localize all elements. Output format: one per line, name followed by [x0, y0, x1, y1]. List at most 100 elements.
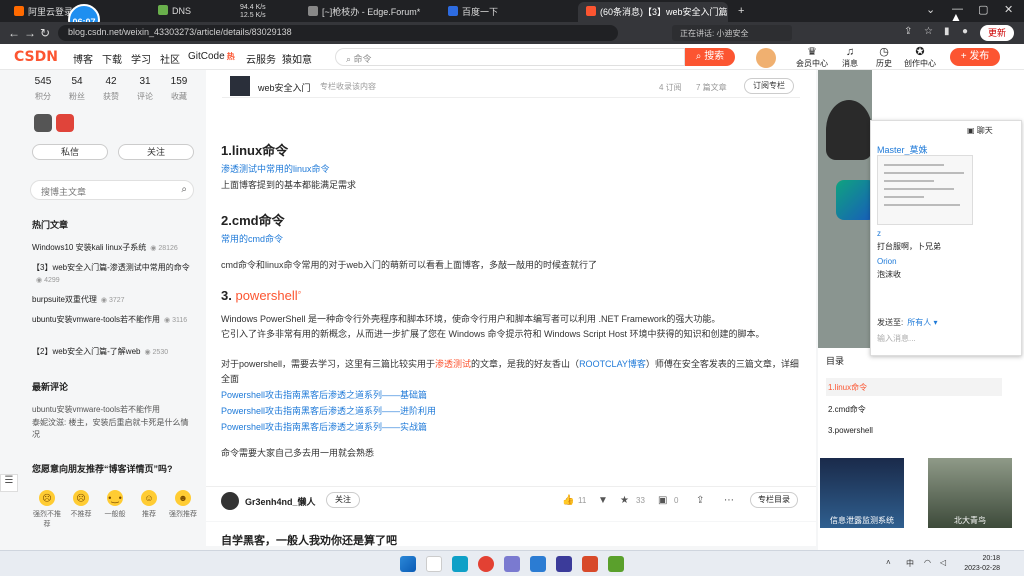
- nav-cloud[interactable]: 云服务: [246, 51, 276, 66]
- hot-article-link[interactable]: 【2】web安全入门篇-了解web ◉ 2530: [32, 346, 196, 359]
- like-icon[interactable]: 👍: [562, 495, 574, 506]
- sidebar-icon[interactable]: ▮: [944, 26, 950, 37]
- chat-screenshot[interactable]: [877, 155, 973, 225]
- cmd-link[interactable]: 常用的cmd命令: [221, 232, 799, 247]
- forward-icon[interactable]: →: [24, 26, 36, 40]
- nav-yuanruyi[interactable]: 猿如意: [282, 51, 312, 66]
- author-avatar[interactable]: [221, 492, 239, 510]
- chat-input[interactable]: 输入消息...: [877, 333, 916, 344]
- window-close-icon[interactable]: ✕: [1004, 3, 1013, 16]
- search-icon[interactable]: [426, 556, 442, 572]
- search-icon[interactable]: ⌕: [298, 290, 302, 297]
- tab-csdn-active[interactable]: (60条消息)【3】web安全入门篇×: [578, 2, 728, 22]
- comment-article-link[interactable]: ubuntu安装vmware-tools若不能作用: [32, 404, 196, 416]
- share-icon[interactable]: ⇪: [696, 495, 704, 506]
- linux-link[interactable]: 渗透测试中常用的linux命令: [221, 162, 799, 177]
- collapse-sidebar-icon[interactable]: ☰: [0, 474, 18, 492]
- chevron-up-icon[interactable]: ˄: [886, 558, 891, 567]
- stat-points: 545 积分: [34, 76, 52, 101]
- start-icon[interactable]: [400, 556, 416, 572]
- ime-icon[interactable]: 中: [906, 558, 914, 569]
- tab-aliyun[interactable]: 阿里云登录页: [6, 2, 74, 22]
- column-thumbnail[interactable]: [230, 76, 250, 96]
- reload-icon[interactable]: ↻: [40, 26, 50, 40]
- history-link[interactable]: ◷ 历史: [868, 46, 900, 69]
- tab-forum[interactable]: [~]枪枝办 - Edge.Forum*: [300, 2, 430, 22]
- next-article[interactable]: 自学黑客，一般人我劝你还是算了吧: [206, 522, 816, 547]
- hot-article-link[interactable]: ubuntu安装vmware-tools若不能作用 ◉ 3116: [32, 314, 196, 327]
- hot-article-link[interactable]: 【3】web安全入门篇-渗透测试中常用的命令◉ 4299: [32, 262, 196, 287]
- subscribe-column-button[interactable]: 订阅专栏: [744, 78, 794, 94]
- message-button[interactable]: 私信: [32, 144, 108, 160]
- comment-text: 泰妮汶滋: 楼主，安装后重启就卡死是什么情况: [32, 418, 189, 439]
- powershell-link-basic[interactable]: Powershell攻击指南黑客后渗透之道系列——基础篇: [221, 388, 799, 403]
- star-icon[interactable]: ☆: [924, 26, 933, 37]
- hot-article-link[interactable]: burpsuite双重代理 ◉ 3727: [32, 294, 196, 307]
- app-icon[interactable]: [582, 556, 598, 572]
- emoji-recommend[interactable]: ☺ 推荐: [134, 490, 164, 519]
- tab-search-icon[interactable]: ⌄: [926, 3, 935, 16]
- app-icon[interactable]: [608, 556, 624, 572]
- author-name[interactable]: Gr3enh4nd_懒人: [245, 495, 316, 508]
- tab-baidu[interactable]: 百度一下: [440, 2, 570, 22]
- aliyun-icon: [14, 6, 24, 16]
- avatar[interactable]: [756, 48, 776, 68]
- heading-linux: 1.linux命令: [221, 143, 289, 158]
- wifi-icon[interactable]: ◠: [924, 558, 931, 567]
- blog-search-input[interactable]: 搜博主文章 ⌕: [30, 180, 194, 200]
- update-button[interactable]: 更新: [980, 25, 1014, 41]
- toc-item[interactable]: 3.powershell: [826, 422, 1002, 440]
- powershell-link-practice[interactable]: Powershell攻击指南黑客后渗透之道系列——实战篇: [221, 420, 799, 435]
- nav-learn[interactable]: 学习: [131, 51, 151, 66]
- powershell-link-advanced[interactable]: Powershell攻击指南黑客后渗透之道系列——进阶利用: [221, 404, 799, 419]
- tab-dns[interactable]: DNS: [150, 2, 230, 22]
- maximize-icon[interactable]: ▢: [978, 3, 988, 16]
- ad-thumbnail[interactable]: 信息泄露监测系统: [820, 458, 904, 528]
- left-sidebar: 545 积分 54 粉丝 42 获赞 31 评论 159 收藏 私信 关注 搜博主文章 ⌕ …: [22, 70, 198, 576]
- chat-message: 打台服啊，卜兄弟: [877, 242, 941, 251]
- system-clock[interactable]: 20:18 2023-02-28: [960, 554, 1000, 574]
- column-directory-button[interactable]: 专栏目录: [750, 492, 798, 508]
- csdn-logo[interactable]: CSDN: [14, 49, 58, 65]
- column-name[interactable]: web安全入门: [258, 81, 311, 94]
- ad-thumbnail[interactable]: 北大青鸟: [928, 458, 1012, 528]
- emoji-strongly-not[interactable]: ☹ 强烈不推荐: [32, 490, 62, 529]
- publish-button[interactable]: + 发布: [950, 48, 1000, 66]
- toc-item[interactable]: 1.linux命令: [826, 378, 1002, 396]
- nav-download[interactable]: 下载: [102, 51, 122, 66]
- messages-link[interactable]: ♫ 消息: [834, 46, 866, 69]
- nav-community[interactable]: 社区: [160, 51, 180, 66]
- search-button[interactable]: ⌕ 搜索: [685, 48, 735, 66]
- share-icon[interactable]: ⇪: [904, 26, 912, 37]
- app-icon[interactable]: [556, 556, 572, 572]
- search-icon[interactable]: ⌕: [181, 184, 187, 195]
- emoji-strongly-recommend[interactable]: ☻ 强烈推荐: [168, 490, 198, 519]
- rootclay-blog-link[interactable]: ROOTCLAY博客: [579, 359, 646, 369]
- pentest-link[interactable]: 渗透测试: [435, 359, 471, 369]
- emoji-neutral[interactable]: •‿• 一般般: [100, 490, 130, 519]
- vip-center-link[interactable]: ♛ 会员中心: [796, 46, 828, 69]
- comment-icon[interactable]: ▣: [658, 495, 667, 506]
- edge-icon[interactable]: [452, 556, 468, 572]
- nav-blog[interactable]: 博客: [73, 51, 93, 66]
- nav-gitcode[interactable]: GitCode 热: [188, 51, 235, 62]
- profile-icon[interactable]: ●: [962, 26, 968, 37]
- emoji-not[interactable]: ☹ 不推荐: [66, 490, 96, 519]
- new-tab-button[interactable]: +: [730, 2, 746, 22]
- url-field[interactable]: blog.csdn.net/weixin_43303273/article/de…: [58, 25, 618, 41]
- app-icon[interactable]: [530, 556, 546, 572]
- hot-article-link[interactable]: Windows10 安装kali linux子系统 ◉ 28126: [32, 242, 196, 255]
- app-icon[interactable]: [504, 556, 520, 572]
- volume-icon[interactable]: ◁: [940, 558, 946, 567]
- chrome-icon[interactable]: [478, 556, 494, 572]
- more-icon[interactable]: ⋯: [724, 495, 734, 506]
- follow-button[interactable]: 关注: [118, 144, 194, 160]
- back-icon[interactable]: ←: [8, 26, 20, 40]
- dislike-icon[interactable]: ▼: [598, 495, 608, 506]
- search-input[interactable]: ⌕ 命令: [335, 48, 685, 66]
- follow-author-button[interactable]: 关注: [326, 492, 360, 508]
- creator-center-link[interactable]: ✪ 创作中心: [904, 46, 936, 69]
- send-to-selector[interactable]: 发送至: 所有人 ▾: [877, 317, 937, 328]
- toc-item[interactable]: 2.cmd命令: [826, 400, 1002, 418]
- star-icon[interactable]: ★: [620, 495, 629, 506]
